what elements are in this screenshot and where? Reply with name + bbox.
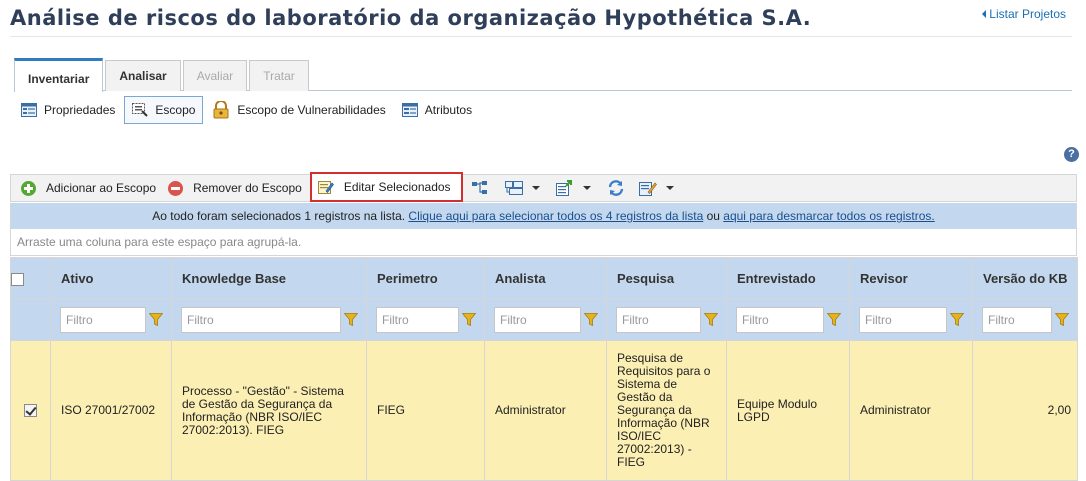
select-all-checkbox[interactable] — [11, 272, 24, 286]
filter-input-knowledge-base[interactable] — [181, 306, 341, 333]
select-all-cell — [10, 257, 51, 299]
page-title: Análise de riscos do laboratório da orga… — [10, 6, 812, 30]
filter-funnel-icon[interactable] — [950, 313, 964, 326]
filter-funnel-icon[interactable] — [1055, 313, 1069, 326]
add-to-scope-label: Adicionar ao Escopo — [46, 181, 157, 195]
group-icon[interactable] — [501, 176, 552, 200]
edit-selected-button[interactable]: Editar Selecionados — [309, 172, 463, 202]
grid-toolbar: Adicionar ao Escopo Remover do Escopo Ed… — [10, 172, 1077, 202]
cell-knowledge-base: Processo - "Gestão" - Sistema de Gestão … — [171, 340, 367, 481]
column-header-pesquisa[interactable]: Pesquisa — [606, 257, 727, 299]
cell-versao-kb: 2,00 — [972, 340, 1078, 481]
deselect-all-link[interactable]: aqui para desmarcar todos os registros. — [723, 209, 934, 223]
attributes-icon — [401, 103, 418, 117]
filter-cell-knowledge-base — [171, 298, 367, 341]
properties-icon — [21, 103, 37, 117]
selection-info-text: Ao todo foram selecionados 1 registros n… — [152, 209, 409, 223]
selection-info-middle: ou — [703, 209, 724, 223]
column-header-perimetro[interactable]: Perimetro — [366, 257, 485, 299]
subnav-atributos-label: Atributos — [424, 103, 473, 117]
cell-analista: Administrator — [484, 340, 607, 481]
grid-header-row: Ativo Knowledge Base Perimetro Analista … — [10, 257, 1078, 299]
filter-funnel-icon[interactable] — [704, 313, 718, 326]
filter-funnel-icon[interactable] — [149, 313, 163, 326]
column-header-ativo[interactable]: Ativo — [50, 257, 172, 299]
remove-from-scope-button[interactable]: Remover do Escopo — [164, 176, 306, 200]
subnav-propriedades-label: Propriedades — [44, 103, 116, 117]
filter-input-pesquisa[interactable] — [616, 306, 701, 333]
cell-perimetro: FIEG — [366, 340, 485, 481]
help-icon[interactable]: ? — [1064, 147, 1079, 162]
subnav-escopo[interactable]: Escopo — [124, 96, 204, 124]
cell-entrevistado: Equipe Modulo LGPD — [726, 340, 850, 481]
filter-funnel-icon[interactable] — [827, 313, 841, 326]
export-icon[interactable] — [552, 176, 603, 200]
filter-funnel-icon[interactable] — [584, 313, 598, 326]
export-dropdown-chevron-icon — [582, 186, 591, 190]
tab-inventariar[interactable]: Inventariar — [14, 58, 104, 92]
subnav-propriedades[interactable]: Propriedades — [14, 96, 122, 124]
filter-cell-ativo — [50, 298, 172, 341]
main-tabs: Inventariar Analisar Avaliar Tratar — [14, 57, 311, 92]
column-header-revisor[interactable]: Revisor — [849, 257, 973, 299]
filter-cell-revisor — [849, 298, 973, 341]
remove-icon — [168, 180, 184, 196]
subnav-escopo-vulnerabilidades-label: Escopo de Vulnerabilidades — [237, 103, 386, 117]
filter-cell-pesquisa — [606, 298, 727, 341]
filter-cell-versao-kb — [972, 298, 1078, 341]
filter-funnel-icon[interactable] — [462, 313, 476, 326]
table-row[interactable]: ISO 27001/27002 Processo - "Gestão" - Si… — [10, 340, 1078, 481]
edit-dropdown-chevron-icon — [665, 186, 674, 190]
scope-icon — [132, 103, 149, 117]
group-dropdown-chevron-icon — [531, 186, 540, 190]
subnav-escopo-vulnerabilidades[interactable]: Escopo de Vulnerabilidades — [205, 96, 392, 124]
grid-filter-row — [10, 298, 1078, 341]
filter-input-analista[interactable] — [494, 306, 581, 333]
hierarchy-icon[interactable] — [467, 176, 493, 200]
column-header-knowledge-base[interactable]: Knowledge Base — [171, 257, 367, 299]
scope-grid: Ativo Knowledge Base Perimetro Analista … — [10, 257, 1078, 481]
add-to-scope-button[interactable]: Adicionar ao Escopo — [17, 176, 160, 200]
select-all-link[interactable]: Clique aqui para selecionar todos os 4 r… — [408, 209, 703, 223]
row-checkbox[interactable] — [24, 404, 37, 418]
caret-left-icon — [982, 9, 987, 18]
filter-cell-entrevistado — [726, 298, 850, 341]
filter-input-ativo[interactable] — [60, 306, 146, 333]
cell-pesquisa: Pesquisa de Requisitos para o Sistema de… — [606, 340, 727, 481]
edit-selected-label: Editar Selecionados — [343, 180, 451, 194]
group-drop-zone[interactable]: Arraste uma coluna para este espaço para… — [10, 229, 1077, 256]
list-projects-label: Listar Projetos — [989, 7, 1066, 21]
tab-tratar: Tratar — [249, 60, 309, 91]
column-header-analista[interactable]: Analista — [484, 257, 607, 299]
filter-funnel-icon[interactable] — [344, 313, 358, 326]
filter-cell-perimetro — [366, 298, 485, 341]
tab-avaliar: Avaliar — [182, 60, 248, 91]
filter-input-revisor[interactable] — [859, 306, 947, 333]
edit-note-icon — [317, 180, 334, 194]
list-projects-link[interactable]: Listar Projetos — [982, 7, 1066, 21]
filter-spacer-cell — [10, 298, 51, 341]
filter-input-versao-kb[interactable] — [982, 306, 1052, 333]
sub-navigation: Propriedades Escopo Escopo de Vulnerabil… — [14, 96, 481, 124]
filter-cell-analista — [484, 298, 607, 341]
tab-analisar[interactable]: Analisar — [105, 60, 181, 91]
refresh-icon[interactable] — [603, 176, 629, 200]
vulnerability-scope-icon — [212, 101, 230, 119]
filter-input-perimetro[interactable] — [376, 306, 459, 333]
selection-info-bar: Ao todo foram selecionados 1 registros n… — [10, 203, 1077, 229]
row-select-cell — [10, 340, 51, 481]
edit-icon[interactable] — [635, 176, 686, 200]
title-divider — [10, 36, 1072, 37]
subnav-atributos[interactable]: Atributos — [395, 96, 479, 124]
add-icon — [21, 180, 36, 196]
subnav-escopo-label: Escopo — [155, 103, 196, 117]
cell-revisor: Administrator — [849, 340, 973, 481]
column-header-versao-kb[interactable]: Versão do KB — [972, 257, 1078, 299]
filter-input-entrevistado[interactable] — [736, 306, 824, 333]
cell-ativo: ISO 27001/27002 — [50, 340, 172, 481]
column-header-entrevistado[interactable]: Entrevistado — [726, 257, 850, 299]
remove-from-scope-label: Remover do Escopo — [193, 181, 302, 195]
